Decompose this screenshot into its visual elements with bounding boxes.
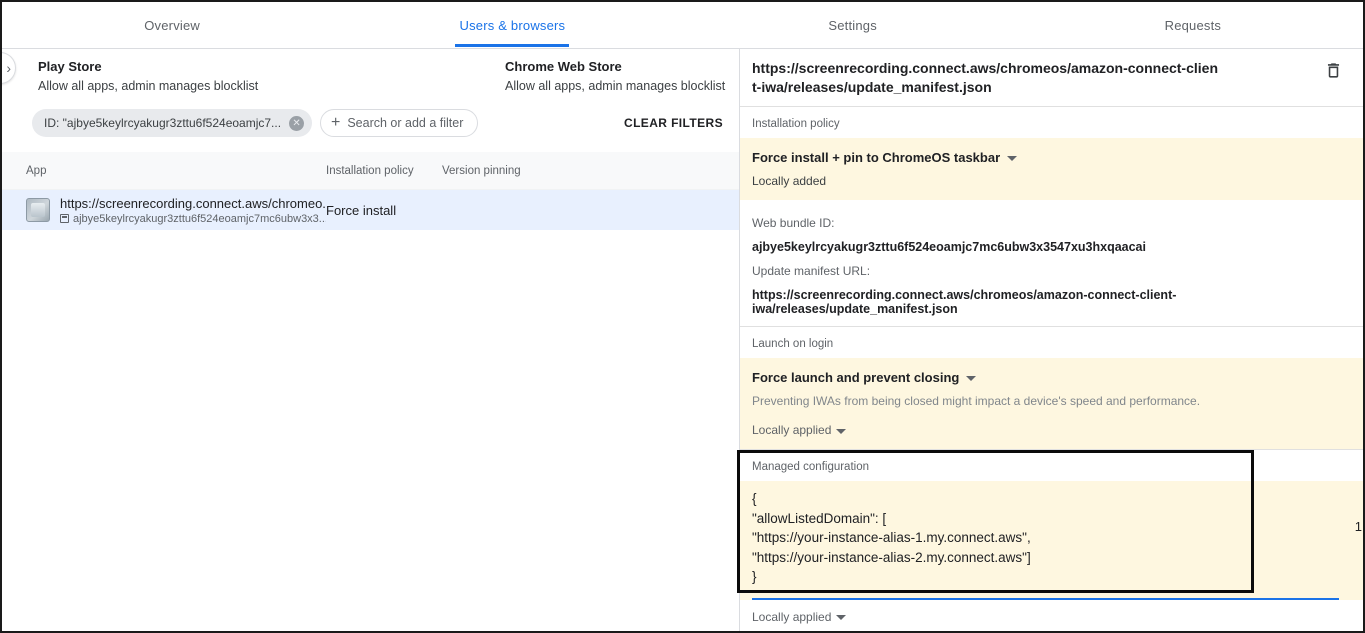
launch-on-login-status: Locally applied bbox=[752, 423, 831, 437]
tab-requests-label: Requests bbox=[1161, 3, 1226, 47]
tab-overview[interactable]: Overview bbox=[2, 2, 342, 48]
chevron-down-icon bbox=[1007, 156, 1017, 161]
row-installation-policy: Force install bbox=[326, 203, 442, 218]
play-store-title: Play Store bbox=[38, 59, 505, 74]
launch-on-login-box: Force launch and prevent closing Prevent… bbox=[740, 358, 1363, 449]
config-line: "allowListedDomain": [ bbox=[752, 509, 1351, 529]
app-id: ajbye5keylrcyakugr3zttu6f524eoamjc7mc6ub… bbox=[73, 213, 326, 225]
launch-on-login-status-dropdown[interactable]: Locally applied bbox=[752, 423, 1351, 437]
column-header-version-pinning: Version pinning bbox=[442, 165, 739, 177]
column-header-app: App bbox=[26, 165, 326, 177]
chevron-down-icon bbox=[836, 615, 846, 620]
id-filter-chip-label: ID: "ajbye5keylrcyakugr3zttu6f524eoamjc7… bbox=[44, 116, 281, 130]
app-list-panel: › Play Store Allow all apps, admin manag… bbox=[2, 49, 739, 633]
installation-policy-value: Force install + pin to ChromeOS taskbar bbox=[752, 150, 1000, 165]
main-content: › Play Store Allow all apps, admin manag… bbox=[2, 49, 1363, 633]
app-cell: https://screenrecording.connect.aws/chro… bbox=[26, 196, 326, 225]
table-row[interactable]: https://screenrecording.connect.aws/chro… bbox=[2, 190, 739, 230]
focused-field-underline bbox=[752, 598, 1339, 600]
delete-app-button[interactable] bbox=[1324, 59, 1343, 97]
app-id-line: ajbye5keylrcyakugr3zttu6f524eoamjc7mc6ub… bbox=[60, 213, 326, 225]
chevron-right-icon: › bbox=[6, 60, 11, 76]
store-policies: Play Store Allow all apps, admin manages… bbox=[2, 49, 739, 93]
app-icon bbox=[26, 198, 50, 222]
tab-requests[interactable]: Requests bbox=[1023, 2, 1363, 48]
tab-settings[interactable]: Settings bbox=[683, 2, 1023, 48]
add-filter-input[interactable]: + Search or add a filter bbox=[320, 109, 478, 137]
app-url: https://screenrecording.connect.aws/chro… bbox=[60, 196, 326, 211]
web-app-icon bbox=[60, 214, 69, 223]
clear-filters-button[interactable]: CLEAR FILTERS bbox=[624, 116, 723, 130]
launch-on-login-dropdown[interactable]: Force launch and prevent closing bbox=[752, 370, 1351, 385]
web-bundle-id-value: ajbye5keylrcyakugr3zttu6f524eoamjc7mc6ub… bbox=[752, 240, 1351, 254]
play-store-subtitle: Allow all apps, admin manages blocklist bbox=[38, 79, 505, 93]
column-header-installation-policy: Installation policy bbox=[326, 165, 442, 177]
config-line: { bbox=[752, 489, 1351, 509]
managed-configuration-status-dropdown[interactable]: Locally applied bbox=[740, 610, 1363, 624]
plus-icon: + bbox=[331, 115, 340, 131]
tab-bar: Overview Users & browsers Settings Reque… bbox=[2, 2, 1363, 49]
installation-policy-status: Locally added bbox=[752, 174, 1351, 188]
play-store-policy: Play Store Allow all apps, admin manages… bbox=[38, 59, 505, 93]
installation-policy-dropdown[interactable]: Force install + pin to ChromeOS taskbar bbox=[752, 150, 1351, 165]
detail-title: https://screenrecording.connect.aws/chro… bbox=[752, 59, 1222, 97]
app-detail-panel: https://screenrecording.connect.aws/chro… bbox=[739, 49, 1363, 633]
launch-on-login-value: Force launch and prevent closing bbox=[752, 370, 959, 385]
tab-users-browsers-label: Users & browsers bbox=[455, 3, 569, 47]
config-line: "https://your-instance-alias-2.my.connec… bbox=[752, 548, 1351, 568]
id-filter-chip[interactable]: ID: "ajbye5keylrcyakugr3zttu6f524eoamjc7… bbox=[32, 109, 312, 137]
chevron-down-icon bbox=[836, 429, 846, 434]
chevron-down-icon bbox=[966, 376, 976, 381]
add-filter-placeholder: Search or add a filter bbox=[347, 116, 463, 130]
web-bundle-id-label: Web bundle ID: bbox=[752, 216, 1351, 230]
managed-configuration-section-label: Managed configuration bbox=[740, 450, 1363, 481]
launch-on-login-warning: Preventing IWAs from being closed might … bbox=[752, 394, 1351, 408]
update-manifest-url-label: Update manifest URL: bbox=[752, 264, 1351, 278]
remove-filter-icon[interactable]: ✕ bbox=[289, 116, 304, 131]
config-line: "https://your-instance-alias-1.my.connec… bbox=[752, 528, 1351, 548]
chrome-web-store-policy: Chrome Web Store Allow all apps, admin m… bbox=[505, 59, 739, 93]
chrome-web-store-title: Chrome Web Store bbox=[505, 59, 739, 74]
filter-bar: ID: "ajbye5keylrcyakugr3zttu6f524eoamjc7… bbox=[2, 109, 739, 137]
side-number: 1 bbox=[1355, 519, 1362, 534]
update-manifest-url-value: https://screenrecording.connect.aws/chro… bbox=[752, 288, 1351, 316]
tab-settings-label: Settings bbox=[824, 3, 881, 47]
tab-overview-label: Overview bbox=[140, 3, 204, 47]
trash-icon bbox=[1324, 61, 1343, 80]
tab-users-browsers[interactable]: Users & browsers bbox=[342, 2, 682, 48]
installation-policy-section-label: Installation policy bbox=[740, 107, 1363, 138]
config-line: } bbox=[752, 567, 1351, 587]
app-table: App Installation policy Version pinning … bbox=[2, 152, 739, 230]
launch-on-login-section-label: Launch on login bbox=[740, 327, 1363, 358]
table-header-row: App Installation policy Version pinning bbox=[2, 152, 739, 190]
installation-policy-box: Force install + pin to ChromeOS taskbar … bbox=[740, 138, 1363, 200]
detail-header: https://screenrecording.connect.aws/chro… bbox=[740, 49, 1363, 106]
app-text: https://screenrecording.connect.aws/chro… bbox=[60, 196, 326, 225]
managed-configuration-status: Locally applied bbox=[752, 610, 831, 624]
managed-configuration-editor[interactable]: { "allowListedDomain": [ "https://your-i… bbox=[740, 481, 1363, 600]
admin-console-window: Overview Users & browsers Settings Reque… bbox=[0, 0, 1365, 633]
bundle-info: Web bundle ID: ajbye5keylrcyakugr3zttu6f… bbox=[740, 200, 1363, 326]
chrome-web-store-subtitle: Allow all apps, admin manages blocklist bbox=[505, 79, 739, 93]
